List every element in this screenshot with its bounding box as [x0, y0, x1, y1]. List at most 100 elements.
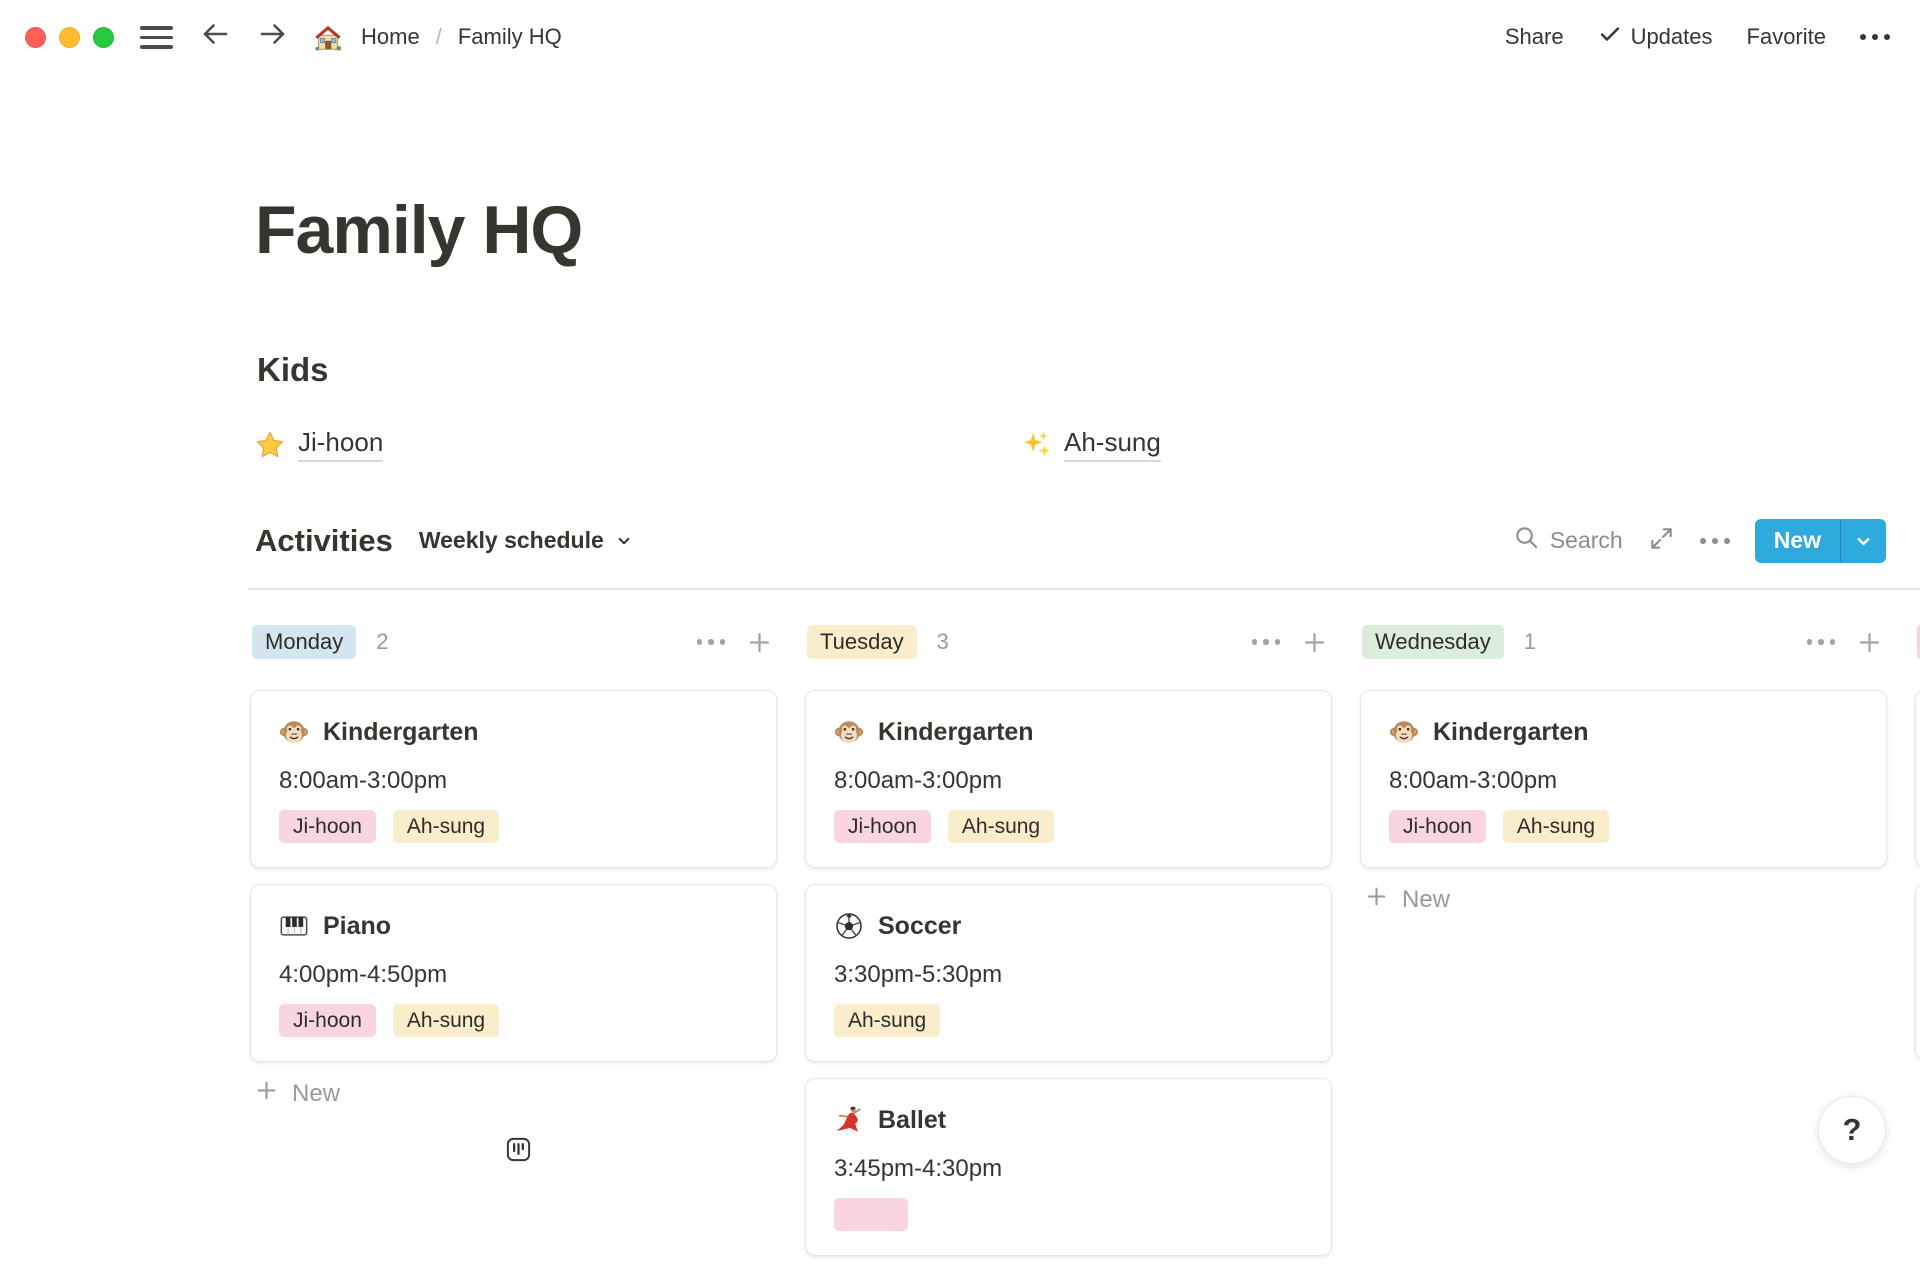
- plus-icon: [254, 1078, 279, 1111]
- monkey-face-icon: [279, 717, 309, 747]
- activities-heading: Activities: [255, 522, 393, 559]
- more-options-button[interactable]: [1860, 34, 1890, 40]
- person-tag-ah-sung: Ah-sung: [393, 1004, 499, 1037]
- weekly-schedule-board: Monday 2 Kindergarten 8:00am-3:00pm Ji-h…: [250, 620, 1920, 1272]
- board-column-partial: [1915, 620, 1920, 1272]
- updates-label: Updates: [1631, 24, 1713, 50]
- add-new-card-button[interactable]: New: [250, 1078, 777, 1111]
- page-link-ji-hoon[interactable]: Ji-hoon: [255, 427, 1021, 462]
- view-options-button[interactable]: [1700, 538, 1730, 544]
- card-time: 3:45pm-4:30pm: [834, 1155, 1303, 1184]
- column-header: Tuesday 3: [805, 620, 1332, 664]
- breadcrumb-separator: /: [436, 24, 442, 50]
- search-button[interactable]: Search: [1513, 524, 1623, 558]
- column-count: 2: [376, 629, 388, 655]
- card-partial[interactable]: [1915, 690, 1920, 867]
- kids-heading: Kids: [257, 350, 329, 390]
- activities-toolbar: Activities Weekly schedule Search New: [255, 516, 1886, 566]
- column-more-button[interactable]: [1252, 639, 1281, 645]
- check-icon: [1598, 22, 1622, 52]
- column-tag-tuesday[interactable]: Tuesday: [807, 625, 917, 659]
- board-column-wednesday: Wednesday 1 Kindergarten 8:00am-3:00pm J…: [1360, 620, 1887, 1272]
- chevron-down-icon: [615, 532, 633, 550]
- add-new-card-button[interactable]: New: [1360, 884, 1887, 917]
- expand-icon: [1648, 525, 1675, 557]
- column-add-card-button[interactable]: [746, 629, 773, 656]
- maximize-window-button[interactable]: [93, 27, 114, 48]
- column-count: 3: [937, 629, 949, 655]
- back-button[interactable]: [199, 22, 231, 54]
- add-new-label: New: [1402, 886, 1450, 915]
- column-header: [1915, 620, 1920, 664]
- menu-icon[interactable]: [140, 26, 173, 48]
- star-icon: [255, 430, 285, 460]
- card-title: Kindergarten: [1433, 717, 1589, 747]
- page-title: Family HQ: [255, 190, 582, 272]
- topbar: Home / Family HQ Share Updates Favorite: [0, 0, 1920, 75]
- add-new-label: New: [292, 1080, 340, 1109]
- card-title: Ballet: [878, 1105, 946, 1135]
- window-controls: [25, 27, 114, 48]
- sparkles-icon: [1021, 430, 1051, 460]
- piano-icon: [279, 911, 309, 941]
- card-title: Kindergarten: [323, 717, 479, 747]
- new-button[interactable]: New: [1755, 519, 1840, 563]
- person-tag-ah-sung: Ah-sung: [1503, 810, 1609, 843]
- column-tag-monday[interactable]: Monday: [252, 625, 356, 659]
- forward-button[interactable]: [257, 22, 289, 54]
- card-time: 8:00am-3:00pm: [279, 767, 748, 796]
- favorite-button[interactable]: Favorite: [1747, 24, 1826, 50]
- person-tag-ah-sung: Ah-sung: [393, 810, 499, 843]
- expand-view-button[interactable]: [1648, 525, 1675, 557]
- breadcrumb-home[interactable]: Home: [361, 24, 420, 50]
- help-button[interactable]: ?: [1818, 1096, 1886, 1164]
- search-icon: [1513, 524, 1540, 558]
- plus-icon: [1364, 884, 1389, 917]
- column-add-card-button[interactable]: [1301, 629, 1328, 656]
- card-kindergarten[interactable]: Kindergarten 8:00am-3:00pm Ji-hoon Ah-su…: [250, 690, 777, 868]
- column-add-card-button[interactable]: [1856, 629, 1883, 656]
- card-piano[interactable]: Piano 4:00pm-4:50pm Ji-hoon Ah-sung: [250, 884, 777, 1062]
- person-tag: [834, 1198, 908, 1231]
- share-button[interactable]: Share: [1505, 24, 1564, 50]
- close-window-button[interactable]: [25, 27, 46, 48]
- new-dropdown-button[interactable]: [1841, 519, 1886, 563]
- card-time: 4:00pm-4:50pm: [279, 961, 748, 990]
- column-more-button[interactable]: [1807, 639, 1836, 645]
- toolbar-divider: [248, 588, 1920, 590]
- monkey-face-icon: [1389, 717, 1419, 747]
- card-title: Kindergarten: [878, 717, 1034, 747]
- card-time: 3:30pm-5:30pm: [834, 961, 1303, 990]
- column-header: Monday 2: [250, 620, 777, 664]
- card-kindergarten[interactable]: Kindergarten 8:00am-3:00pm Ji-hoon Ah-su…: [805, 690, 1332, 868]
- soccer-ball-icon: [834, 911, 864, 941]
- chevron-down-icon: [1854, 532, 1873, 551]
- plus-icon: [746, 629, 773, 656]
- card-soccer[interactable]: Soccer 3:30pm-5:30pm Ah-sung: [805, 884, 1332, 1062]
- card-partial[interactable]: [1915, 883, 1920, 1060]
- person-tag-ah-sung: Ah-sung: [834, 1004, 940, 1037]
- home-icon: [313, 21, 347, 55]
- plus-icon: [1856, 629, 1883, 656]
- search-label: Search: [1550, 527, 1623, 555]
- page-link-ah-sung[interactable]: Ah-sung: [1021, 427, 1787, 462]
- kid-links-row: Ji-hoon Ah-sung: [255, 427, 1920, 462]
- card-ballet[interactable]: Ballet 3:45pm-4:30pm: [805, 1078, 1332, 1256]
- back-arrow-icon: [199, 18, 231, 56]
- page-link-label: Ah-sung: [1064, 427, 1161, 462]
- dancer-icon: [834, 1105, 864, 1135]
- plus-icon: [1301, 629, 1328, 656]
- board-column-monday: Monday 2 Kindergarten 8:00am-3:00pm Ji-h…: [250, 620, 777, 1272]
- updates-button[interactable]: Updates: [1598, 22, 1713, 52]
- person-tag-ji-hoon: Ji-hoon: [279, 1004, 376, 1037]
- column-more-button[interactable]: [697, 639, 726, 645]
- card-time: 8:00am-3:00pm: [1389, 767, 1858, 796]
- view-tab-weekly-schedule[interactable]: Weekly schedule: [419, 527, 633, 555]
- board-column-tuesday: Tuesday 3 Kindergarten 8:00am-3:00pm Ji-…: [805, 620, 1332, 1272]
- new-button-group: New: [1755, 519, 1886, 563]
- breadcrumb-current[interactable]: Family HQ: [458, 24, 562, 50]
- card-kindergarten[interactable]: Kindergarten 8:00am-3:00pm Ji-hoon Ah-su…: [1360, 690, 1887, 868]
- minimize-window-button[interactable]: [59, 27, 80, 48]
- column-tag-wednesday[interactable]: Wednesday: [1362, 625, 1504, 659]
- monkey-face-icon: [834, 717, 864, 747]
